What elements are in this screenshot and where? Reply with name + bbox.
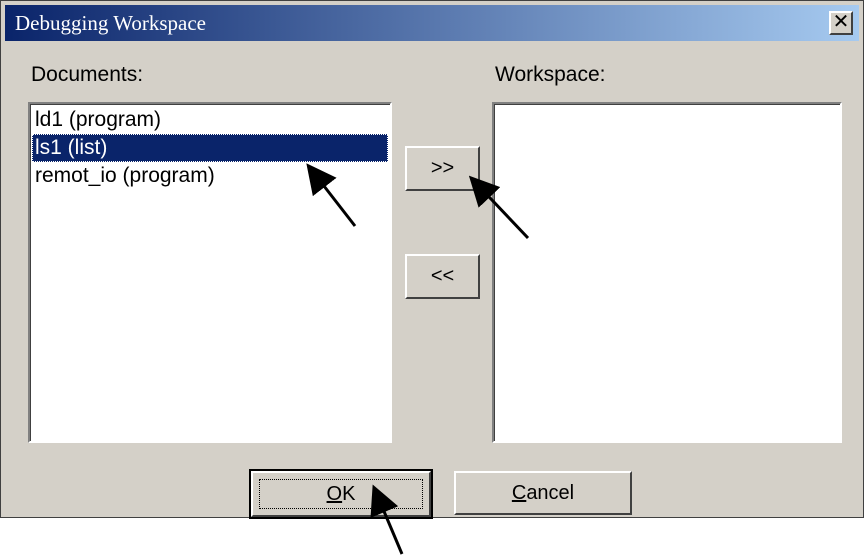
workspace-label: Workspace: [495,63,606,86]
documents-label: Documents: [31,63,144,86]
debugging-workspace-dialog: Debugging Workspace ✕ Documents: Workspa… [0,0,864,519]
cancel-button[interactable]: Cancel [454,471,632,515]
documents-listbox[interactable]: ld1 (program) ls1 (list) remot_io (progr… [28,102,392,443]
remove-from-workspace-button[interactable]: << [405,254,480,299]
document-item-ld1[interactable]: ld1 (program) [32,106,388,134]
add-button-label: >> [430,157,455,179]
remove-button-label: << [430,265,455,287]
workspace-listbox[interactable] [492,102,842,443]
close-icon: ✕ [832,11,850,33]
window-title: Debugging Workspace [15,11,206,35]
ok-button[interactable]: OK [249,469,433,519]
document-item-remot-io[interactable]: remot_io (program) [32,162,388,190]
add-to-workspace-button[interactable]: >> [405,146,480,191]
title-bar[interactable]: Debugging Workspace ✕ [5,5,859,41]
ok-button-label: OK [326,483,356,505]
document-item-ls1[interactable]: ls1 (list) [32,134,388,162]
cancel-button-label: Cancel [511,482,575,504]
close-button[interactable]: ✕ [829,11,853,35]
